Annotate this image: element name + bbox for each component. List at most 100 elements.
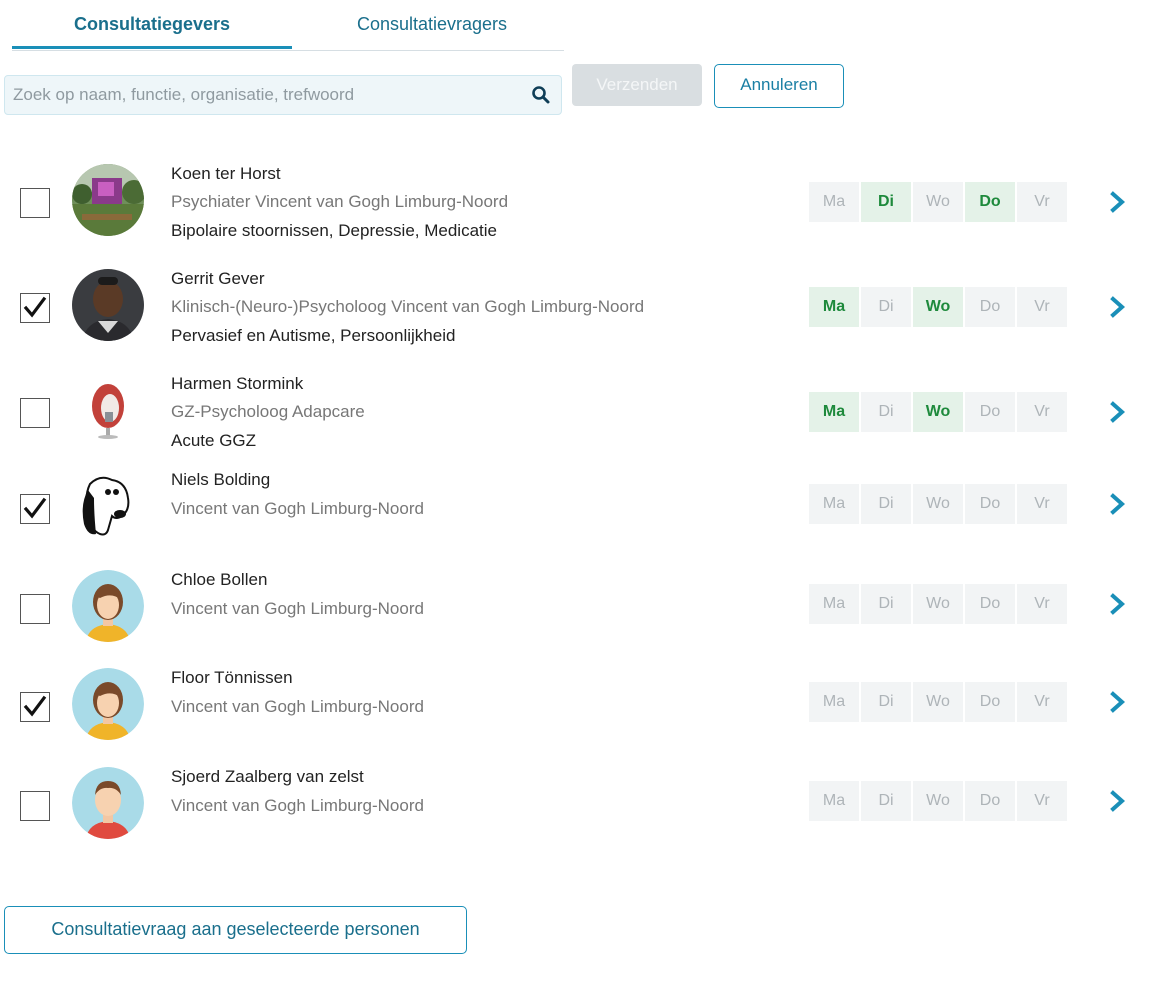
day-do: Do — [965, 392, 1015, 432]
chevron-right-icon[interactable] — [1107, 190, 1129, 214]
day-vr: Vr — [1017, 392, 1067, 432]
person-row: Floor Tönnissen Vincent van Gogh Limburg-… — [0, 668, 1163, 758]
select-checkbox[interactable] — [20, 494, 50, 524]
person-name: Niels Bolding — [171, 470, 271, 489]
person-expertise: Bipolaire stoornissen, Depressie, Medica… — [171, 221, 497, 240]
person-name: Gerrit Gever — [171, 269, 265, 288]
person-row: Chloe Bollen Vincent van Gogh Limburg-Noo… — [0, 570, 1163, 660]
select-checkbox[interactable] — [20, 692, 50, 722]
tab-consultatievragers[interactable]: Consultatievragers — [292, 0, 572, 48]
day-wo: Wo — [913, 484, 963, 524]
person-name: Sjoerd Zaalberg van zelst — [171, 767, 364, 786]
send-button[interactable]: Verzenden — [572, 64, 702, 106]
person-function: Psychiater Vincent van Gogh Limburg-Noor… — [171, 192, 509, 211]
person-row: Sjoerd Zaalberg van zelst Vincent van Gog… — [0, 767, 1163, 857]
person-function: Vincent van Gogh Limburg-Noord — [171, 599, 424, 618]
day-wo: Wo — [913, 392, 963, 432]
day-wo: Wo — [913, 287, 963, 327]
day-wo: Wo — [913, 584, 963, 624]
day-do: Do — [965, 182, 1015, 222]
person-row: Harmen Stormink GZ-Psycholoog Adapcare Acu… — [0, 370, 1163, 460]
cancel-button[interactable]: Annuleren — [714, 64, 844, 108]
person-name: Harmen Stormink — [171, 374, 304, 393]
chevron-right-icon[interactable] — [1107, 400, 1129, 424]
ask-selected-button[interactable]: Consultatievraag aan geselecteerde perso… — [4, 906, 467, 954]
avatar — [72, 767, 144, 839]
day-vr: Vr — [1017, 584, 1067, 624]
day-vr: Vr — [1017, 182, 1067, 222]
day-ma: Ma — [809, 392, 859, 432]
availability-days: Ma Di Wo Do Vr — [809, 392, 1069, 432]
day-ma: Ma — [809, 682, 859, 722]
avatar — [72, 668, 144, 740]
day-di: Di — [861, 182, 911, 222]
day-di: Di — [861, 484, 911, 524]
tab-consultatiegevers[interactable]: Consultatiegevers — [12, 0, 292, 48]
day-vr: Vr — [1017, 781, 1067, 821]
select-checkbox[interactable] — [20, 398, 50, 428]
availability-days: Ma Di Wo Do Vr — [809, 682, 1069, 722]
day-do: Do — [965, 287, 1015, 327]
person-expertise: Acute GGZ — [171, 431, 257, 450]
day-ma: Ma — [809, 287, 859, 327]
select-checkbox[interactable] — [20, 791, 50, 821]
person-function: Klinisch-(Neuro-)Psycholoog Vincent van … — [171, 297, 645, 316]
search-input[interactable] — [5, 76, 525, 114]
avatar — [72, 374, 144, 446]
availability-days: Ma Di Wo Do Vr — [809, 781, 1069, 821]
day-di: Di — [861, 392, 911, 432]
day-di: Di — [861, 584, 911, 624]
day-ma: Ma — [809, 781, 859, 821]
avatar — [72, 570, 144, 642]
checkmark-icon — [23, 296, 47, 318]
avatar — [72, 269, 144, 341]
chevron-right-icon[interactable] — [1107, 789, 1129, 813]
day-vr: Vr — [1017, 287, 1067, 327]
active-tab-indicator — [12, 46, 292, 49]
chevron-right-icon[interactable] — [1107, 592, 1129, 616]
availability-days: Ma Di Wo Do Vr — [809, 182, 1069, 222]
person-function: GZ-Psycholoog Adapcare — [171, 402, 365, 421]
day-vr: Vr — [1017, 484, 1067, 524]
day-ma: Ma — [809, 584, 859, 624]
availability-days: Ma Di Wo Do Vr — [809, 484, 1069, 524]
select-checkbox[interactable] — [20, 188, 50, 218]
day-di: Di — [861, 781, 911, 821]
person-row: Koen ter Horst Psychiater Vincent van Gog… — [0, 160, 1163, 250]
person-row: Gerrit Gever Klinisch-(Neuro-)Psycholoog … — [0, 265, 1163, 355]
chevron-right-icon[interactable] — [1107, 690, 1129, 714]
person-name: Floor Tönnissen — [171, 668, 293, 687]
person-row: Niels Bolding Vincent van Gogh Limburg-No… — [0, 470, 1163, 560]
day-do: Do — [965, 682, 1015, 722]
day-do: Do — [965, 584, 1015, 624]
day-do: Do — [965, 484, 1015, 524]
tab-bar: Consultatiegevers Consultatievragers — [12, 0, 564, 51]
person-function: Vincent van Gogh Limburg-Noord — [171, 697, 424, 716]
checkmark-icon — [23, 695, 47, 717]
search-box — [4, 75, 562, 115]
availability-days: Ma Di Wo Do Vr — [809, 584, 1069, 624]
search-icon[interactable] — [531, 85, 551, 105]
avatar — [72, 470, 144, 542]
day-di: Di — [861, 287, 911, 327]
day-vr: Vr — [1017, 682, 1067, 722]
person-name: Koen ter Horst — [171, 164, 281, 183]
availability-days: Ma Di Wo Do Vr — [809, 287, 1069, 327]
day-wo: Wo — [913, 182, 963, 222]
day-ma: Ma — [809, 182, 859, 222]
person-expertise: Pervasief en Autisme, Persoonlijkheid — [171, 326, 456, 345]
day-di: Di — [861, 682, 911, 722]
day-wo: Wo — [913, 682, 963, 722]
person-function: Vincent van Gogh Limburg-Noord — [171, 796, 424, 815]
select-checkbox[interactable] — [20, 594, 50, 624]
person-function: Vincent van Gogh Limburg-Noord — [171, 499, 424, 518]
chevron-right-icon[interactable] — [1107, 295, 1129, 319]
day-ma: Ma — [809, 484, 859, 524]
day-do: Do — [965, 781, 1015, 821]
person-name: Chloe Bollen — [171, 570, 268, 589]
day-wo: Wo — [913, 781, 963, 821]
select-checkbox[interactable] — [20, 293, 50, 323]
checkmark-icon — [23, 497, 47, 519]
avatar — [72, 164, 144, 236]
chevron-right-icon[interactable] — [1107, 492, 1129, 516]
